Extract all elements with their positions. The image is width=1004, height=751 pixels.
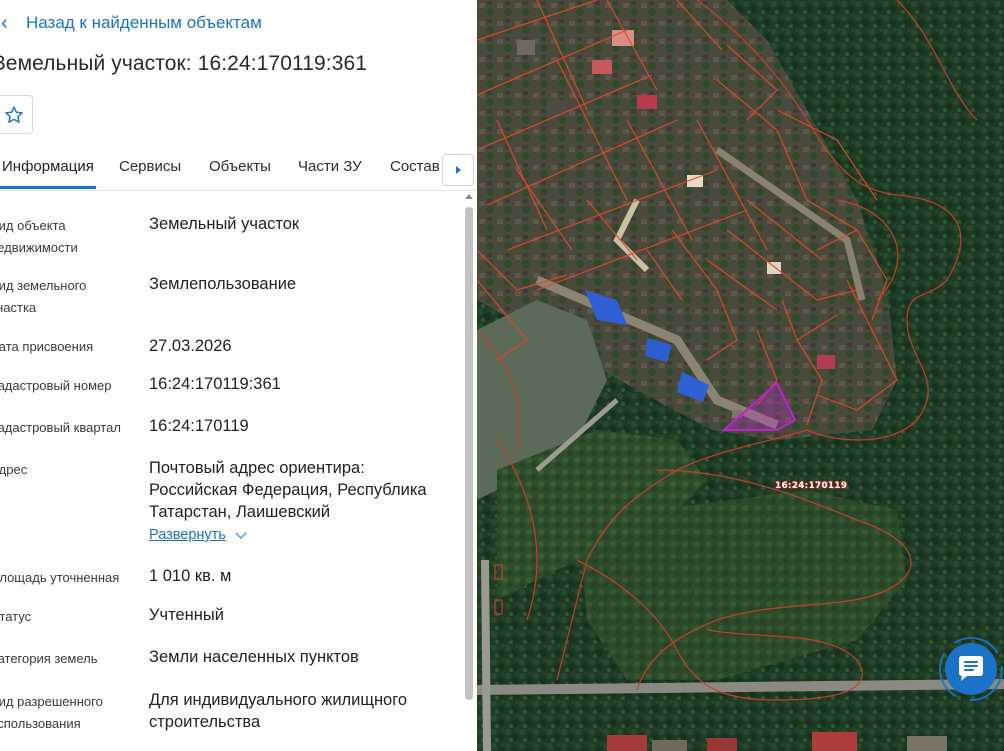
tab-information[interactable]: Информация <box>2 158 94 175</box>
info-value: Для индивидуального жилищного строительс… <box>149 691 408 731</box>
info-label: Площадь уточненная <box>0 570 120 585</box>
tab-bar: Информация Сервисы Объекты Части ЗУ Сост… <box>0 150 477 191</box>
info-value: 16:24:170119 <box>149 417 249 435</box>
scroll-thumb[interactable] <box>465 207 473 700</box>
chevron-left-icon: ‹ <box>1 12 8 34</box>
cadastral-quarter-label: 16:24:170119 <box>775 481 848 491</box>
star-outline-icon <box>4 105 23 123</box>
address-value: Почтовый адрес ориентира: Российская Фед… <box>149 459 427 521</box>
page-title: Земельный участок: 16:24:170119:361 <box>0 52 368 75</box>
chevron-down-icon <box>235 526 247 539</box>
tab-objects[interactable]: Объекты <box>209 158 271 175</box>
info-value: Землепользование <box>149 275 297 293</box>
chat-bubble-icon <box>939 637 1003 701</box>
chat-button[interactable] <box>939 637 1003 701</box>
info-label: Кадастровый квартал <box>0 420 121 435</box>
info-label: Статус <box>0 609 32 624</box>
info-value: 16:24:170119:361 <box>149 375 281 393</box>
info-label: Дата присвоения <box>0 339 94 354</box>
map-view[interactable]: 16:24:170119 <box>477 0 1004 751</box>
panel-scrollbar[interactable] <box>462 190 477 751</box>
info-value: 1 010 кв. м <box>149 567 232 585</box>
info-value: 27.03.2026 <box>149 337 232 355</box>
expand-address-link[interactable]: Развернуть <box>149 526 247 543</box>
back-link-label: Назад к найденным объектам <box>26 13 262 32</box>
object-info-panel: ‹ Назад к найденным объектам Земельный у… <box>0 0 477 751</box>
caret-right-icon <box>455 166 461 174</box>
info-value: Учтенный <box>149 606 224 624</box>
info-label: Кадастровый номер <box>0 378 112 393</box>
info-label: Вид земельного участка <box>0 278 87 315</box>
satellite-map <box>477 0 1004 751</box>
info-label: Адрес <box>0 462 28 477</box>
tab-services[interactable]: Сервисы <box>119 158 181 175</box>
info-list: Вид объекта недвижимости Земельный участ… <box>0 190 460 751</box>
expand-label: Развернуть <box>149 527 226 543</box>
favorite-button[interactable] <box>0 95 33 134</box>
tabs-scroll-right-button[interactable] <box>442 154 474 186</box>
back-to-results-link[interactable]: ‹ Назад к найденным объектам <box>0 11 262 35</box>
scroll-up-arrow-icon[interactable] <box>465 194 473 199</box>
info-label: Вид разрешенного использования <box>0 694 103 731</box>
info-label: Категория земель <box>0 651 98 666</box>
tab-composition[interactable]: Состав <box>390 158 440 175</box>
info-label: Вид объекта недвижимости <box>0 218 78 255</box>
active-tab-indicator <box>0 186 96 189</box>
info-value: Земельный участок <box>149 215 300 233</box>
tab-land-parts[interactable]: Части ЗУ <box>298 158 362 175</box>
info-value: Земли населенных пунктов <box>149 648 359 666</box>
